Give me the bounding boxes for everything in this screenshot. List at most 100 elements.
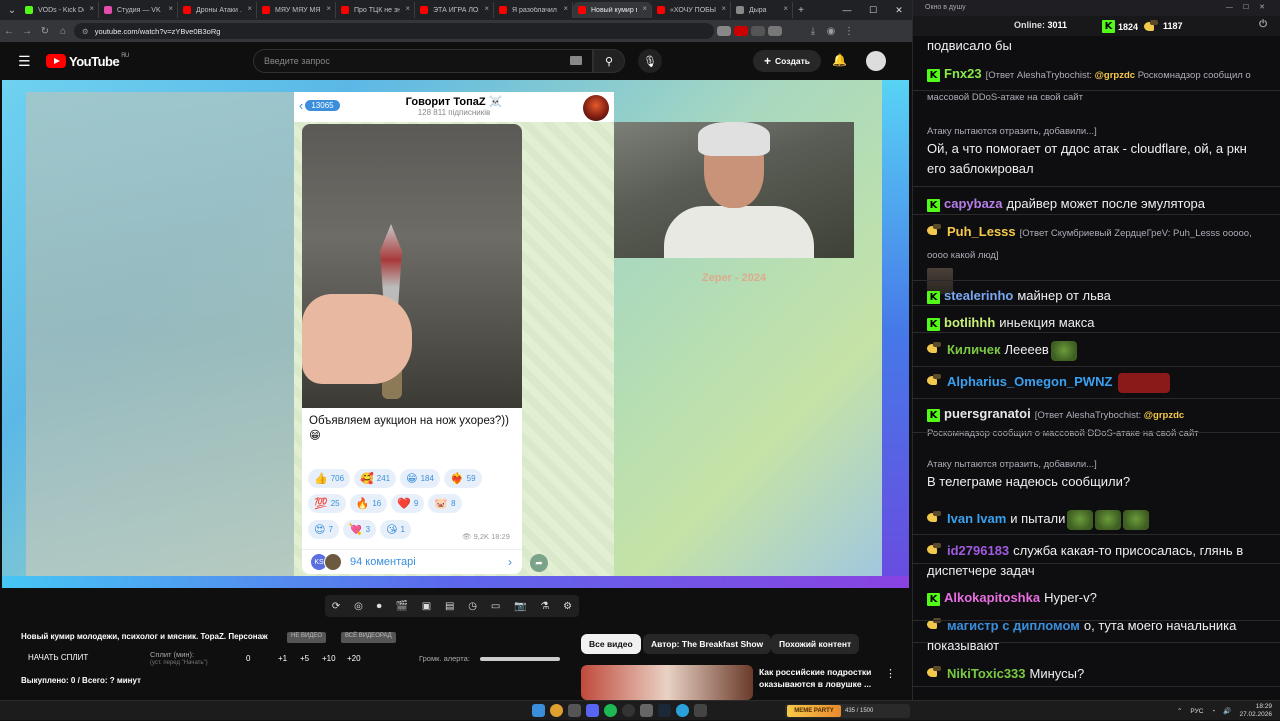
search-input[interactable]: Введите запрос — [253, 49, 593, 73]
close-window-icon[interactable]: ✕ — [886, 5, 912, 16]
speed-icon[interactable]: ◷ — [468, 601, 477, 612]
wifi-icon[interactable]: ◔ — [1211, 708, 1215, 715]
spotify-icon[interactable] — [604, 704, 617, 717]
tab-close-icon[interactable]: × — [642, 4, 647, 13]
steam-icon[interactable] — [658, 704, 671, 717]
filter-chip-all[interactable]: Все видео — [581, 634, 641, 654]
telegram-icon[interactable] — [676, 704, 689, 717]
tab-close-icon[interactable]: × — [89, 4, 94, 13]
profile-icon[interactable]: ◉ — [822, 26, 840, 37]
hamburger-menu-icon[interactable]: ☰ — [18, 53, 32, 70]
site-info-icon[interactable]: ⚙ — [82, 27, 89, 36]
chat-username[interactable]: Alkokapitoshka — [944, 590, 1040, 605]
chat-username[interactable]: Киличек — [947, 342, 1000, 357]
tab-close-icon[interactable]: × — [326, 4, 331, 13]
more-options-icon[interactable]: ⋮ — [885, 667, 896, 680]
browser-tab[interactable]: ЭТА ИГРА ЛОМ × — [415, 2, 494, 18]
increment-button[interactable]: +20 — [347, 654, 361, 663]
create-button[interactable]: + Создать — [753, 50, 821, 72]
cinema-icon[interactable]: ▭ — [491, 601, 500, 612]
keyboard-icon[interactable] — [570, 56, 582, 65]
menu-dots-icon[interactable]: ⋮ — [840, 26, 858, 37]
browser-tab[interactable]: Про ТЦК не зна × — [336, 2, 415, 18]
settings-gear-icon[interactable]: ⚙ — [563, 601, 572, 612]
tab-close-icon[interactable]: × — [247, 4, 252, 13]
chat-username[interactable]: Ivan Ivam — [947, 511, 1006, 526]
loop-icon[interactable]: ⟳ — [332, 601, 340, 612]
language-indicator[interactable]: РУС — [1190, 708, 1203, 715]
extension-icon[interactable] — [734, 26, 748, 36]
chrome-icon[interactable] — [550, 704, 563, 717]
increment-button[interactable]: +5 — [300, 654, 309, 663]
notifications-bell-icon[interactable]: 🔔 — [832, 53, 847, 67]
tab-close-icon[interactable]: × — [563, 4, 568, 13]
tab-close-icon[interactable]: × — [783, 4, 788, 13]
download-icon[interactable]: ⤓ — [804, 26, 822, 37]
youtube-logo[interactable]: YouTube RU — [46, 53, 129, 69]
maximize-icon[interactable]: ☐ — [860, 5, 886, 16]
extension-icon[interactable] — [751, 26, 765, 36]
chat-username[interactable]: Fnx23 — [944, 66, 982, 81]
video-player[interactable]: ‹ 13065 Говорит ТопаZ ☠️ 128 811 підписн… — [2, 80, 909, 588]
screenshot-icon[interactable]: 📷 — [514, 601, 526, 612]
chat-username[interactable]: id2796183 — [947, 543, 1009, 558]
volume-icon[interactable]: 🔊 — [1223, 707, 1231, 715]
clip-icon[interactable]: 🎬 — [395, 601, 407, 612]
frame-icon[interactable]: ▤ — [445, 601, 454, 612]
chat-username[interactable]: stealerinho — [944, 288, 1013, 303]
browser-tab[interactable]: Новый кумир м × — [573, 2, 652, 18]
increment-button[interactable]: +10 — [322, 654, 336, 663]
discord-icon[interactable] — [586, 704, 599, 717]
browser-tab[interactable]: МЯУ МЯУ МЯ × — [257, 2, 336, 18]
app-icon[interactable] — [640, 704, 653, 717]
filter-chip-related[interactable]: Похожий контент — [771, 634, 860, 654]
increment-button[interactable]: +1 — [278, 654, 287, 663]
avatar[interactable] — [866, 51, 886, 71]
tab-close-icon[interactable]: × — [721, 4, 726, 13]
app-icon[interactable] — [568, 704, 581, 717]
audio-icon[interactable]: ◎ — [354, 601, 363, 612]
start-split-button[interactable]: НАЧАТЬ СПЛИТ — [28, 653, 88, 662]
chevron-up-icon[interactable]: ⌃ — [1177, 707, 1182, 715]
extension-icon[interactable] — [768, 26, 782, 36]
chat-username[interactable]: Alpharius_Omegon_PWNZ — [947, 374, 1112, 389]
clock[interactable]: 18:29 27.02.2026 — [1239, 703, 1272, 719]
minimize-icon[interactable]: — — [834, 5, 860, 15]
voice-search-button[interactable]: 🎙 — [638, 49, 662, 73]
url-field[interactable]: ⚙ youtube.com/watch?v=zYBve0B3oRg — [74, 23, 714, 39]
tab-close-icon[interactable]: × — [168, 4, 173, 13]
chat-username[interactable]: puersgranatoi — [944, 406, 1031, 421]
forward-icon[interactable]: → — [18, 26, 36, 37]
filter-chip-author[interactable]: Автор: The Breakfast Show — [643, 634, 772, 654]
recommended-video-title[interactable]: Как российские подростки оказываются в л… — [759, 666, 879, 690]
tab-close-icon[interactable]: × — [484, 4, 489, 13]
chat-username[interactable]: Puh_Lesss — [947, 224, 1016, 239]
browser-tab[interactable]: «ХОЧУ ПОБЫ × — [652, 2, 731, 18]
browser-tab[interactable]: Студия — VK В × — [99, 2, 178, 18]
browser-tab[interactable]: VODs - Kick Dc × — [20, 2, 99, 18]
extension-icon[interactable] — [717, 26, 731, 36]
filter-icon[interactable]: ⚗ — [540, 601, 549, 612]
obs-icon[interactable] — [622, 704, 635, 717]
tab-close-icon[interactable]: × — [405, 4, 410, 13]
app-icon[interactable] — [694, 704, 707, 717]
tab-search-icon[interactable]: ⌄ — [4, 5, 20, 16]
pip-icon[interactable]: ▣ — [422, 601, 431, 612]
chat-username[interactable]: capybaza — [944, 196, 1003, 211]
chat-settings-icon[interactable]: ⏻ — [1259, 19, 1267, 30]
browser-tab[interactable]: Дроны Атаки ... × — [178, 2, 257, 18]
windows-start-icon[interactable] — [532, 704, 545, 717]
browser-tab[interactable]: Я разоблачил л × — [494, 2, 573, 18]
new-tab-button[interactable]: + — [793, 5, 809, 16]
window-controls[interactable]: —☐✕ — [1226, 0, 1275, 16]
browser-tab[interactable]: Дыра × — [731, 2, 793, 18]
split-value[interactable]: 0 — [246, 654, 250, 663]
recommended-video-thumbnail[interactable] — [581, 665, 753, 700]
alert-volume-slider[interactable] — [480, 657, 560, 661]
media-widget[interactable]: MEME PARTY 435 / 1500 — [785, 704, 910, 718]
reload-icon[interactable]: ↻ — [36, 26, 54, 37]
chat-username[interactable]: botlihhh — [944, 315, 995, 330]
home-icon[interactable]: ⌂ — [54, 26, 72, 37]
back-icon[interactable]: ← — [0, 26, 18, 37]
chat-username[interactable]: NikiToxic333 — [947, 666, 1026, 681]
